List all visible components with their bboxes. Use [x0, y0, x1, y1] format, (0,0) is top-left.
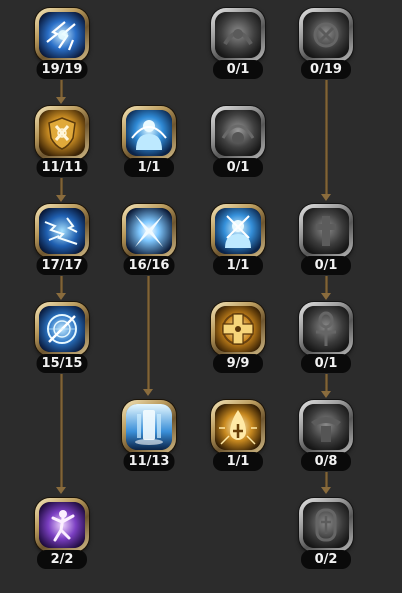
- locked-orb-icon: [215, 110, 261, 156]
- skill-button-divine-guard[interactable]: [122, 106, 176, 160]
- skill-level-counter: 0/8: [301, 452, 351, 471]
- skill-button-frost-guard[interactable]: [211, 204, 265, 258]
- skill-level-counter: 11/11: [36, 158, 88, 177]
- skill-slot-locked-totem: 0/1: [296, 204, 356, 280]
- skill-level-counter: 2/2: [37, 550, 87, 569]
- skill-button-locked-totem[interactable]: [299, 204, 353, 258]
- skill-button-holy-cross[interactable]: [211, 302, 265, 356]
- skill-button-locked-orb[interactable]: [211, 106, 265, 160]
- skill-slot-locked-orb: 0/1: [208, 106, 268, 182]
- skill-level-counter: 0/2: [301, 550, 351, 569]
- connector-arrow: [56, 97, 66, 104]
- holy-shield-icon: [39, 110, 85, 156]
- skill-slot-holy-shield: 11/11: [32, 106, 92, 182]
- skill-level-counter: 19/19: [36, 60, 88, 79]
- skill-slot-frost-guard: 1/1: [208, 204, 268, 280]
- skill-slot-sacred-flame: 1/1: [208, 400, 268, 476]
- cross-slash-icon: [126, 208, 172, 254]
- lightning-burst-icon: [39, 12, 85, 58]
- skill-level-counter: 0/1: [213, 60, 263, 79]
- skill-level-counter: 16/16: [123, 256, 175, 275]
- skill-level-counter: 1/1: [213, 452, 263, 471]
- skill-level-counter: 0/1: [301, 256, 351, 275]
- skill-button-locked-rune[interactable]: [299, 8, 353, 62]
- skill-slot-locked-tablet: 0/2: [296, 498, 356, 574]
- connector-arrow: [56, 293, 66, 300]
- skill-slot-cross-slash: 16/16: [119, 204, 179, 280]
- skill-button-locked-guardian[interactable]: [299, 400, 353, 454]
- skill-level-counter: 1/1: [213, 256, 263, 275]
- locked-ankh-icon: [303, 306, 349, 352]
- chain-lightning-icon: [39, 208, 85, 254]
- skill-level-counter: 17/17: [36, 256, 88, 275]
- skill-level-counter: 0/1: [301, 354, 351, 373]
- arcane-circle-icon: [39, 306, 85, 352]
- sacred-flame-icon: [215, 404, 261, 450]
- skill-slot-lightning-burst: 19/19: [32, 8, 92, 84]
- connector-arrow: [143, 389, 153, 396]
- connector-arrow: [56, 195, 66, 202]
- skill-slot-locked-guardian: 0/8: [296, 400, 356, 476]
- skill-slot-arcane-circle: 15/15: [32, 302, 92, 378]
- skill-button-spirit-figure[interactable]: [35, 498, 89, 552]
- locked-totem-icon: [303, 208, 349, 254]
- skill-button-locked-tablet[interactable]: [299, 498, 353, 552]
- connector-arrow: [321, 391, 331, 398]
- skill-button-locked-ankh[interactable]: [299, 302, 353, 356]
- spirit-figure-icon: [39, 502, 85, 548]
- skill-slot-divine-guard: 1/1: [119, 106, 179, 182]
- skill-slot-locked-rune: 0/19: [296, 8, 356, 84]
- connector-arrow: [321, 293, 331, 300]
- skill-button-arcane-circle[interactable]: [35, 302, 89, 356]
- skill-slot-ice-pillar: 11/13: [119, 400, 179, 476]
- skill-level-counter: 0/1: [213, 158, 263, 177]
- skill-level-counter: 1/1: [124, 158, 174, 177]
- locked-emblem-icon: [215, 12, 261, 58]
- connector-line: [147, 276, 150, 390]
- skill-button-chain-lightning[interactable]: [35, 204, 89, 258]
- divine-guard-icon: [126, 110, 172, 156]
- skill-button-sacred-flame[interactable]: [211, 400, 265, 454]
- skill-level-counter: 11/13: [123, 452, 175, 471]
- ice-pillar-icon: [126, 404, 172, 450]
- skill-button-locked-emblem-a[interactable]: [211, 8, 265, 62]
- connector-arrow: [321, 487, 331, 494]
- skill-button-ice-pillar[interactable]: [122, 400, 176, 454]
- connector-arrow: [321, 194, 331, 201]
- frost-guard-icon: [215, 208, 261, 254]
- holy-cross-icon: [215, 306, 261, 352]
- skill-slot-locked-emblem-a: 0/1: [208, 8, 268, 84]
- skill-level-counter: 0/19: [301, 60, 351, 79]
- skill-button-lightning-burst[interactable]: [35, 8, 89, 62]
- locked-tablet-icon: [303, 502, 349, 548]
- skill-level-counter: 15/15: [36, 354, 88, 373]
- locked-guardian-icon: [303, 404, 349, 450]
- skill-button-holy-shield[interactable]: [35, 106, 89, 160]
- skill-tree: 19/19 11/11 17/17 15/15 2/2 1/1 16/16 11…: [0, 0, 402, 593]
- locked-rune-icon: [303, 12, 349, 58]
- skill-button-cross-slash[interactable]: [122, 204, 176, 258]
- skill-slot-holy-cross: 9/9: [208, 302, 268, 378]
- connector-line: [60, 374, 63, 488]
- skill-level-counter: 9/9: [213, 354, 263, 373]
- skill-slot-spirit-figure: 2/2: [32, 498, 92, 574]
- connector-arrow: [56, 487, 66, 494]
- connector-line: [325, 80, 328, 194]
- skill-slot-locked-ankh: 0/1: [296, 302, 356, 378]
- skill-slot-chain-lightning: 17/17: [32, 204, 92, 280]
